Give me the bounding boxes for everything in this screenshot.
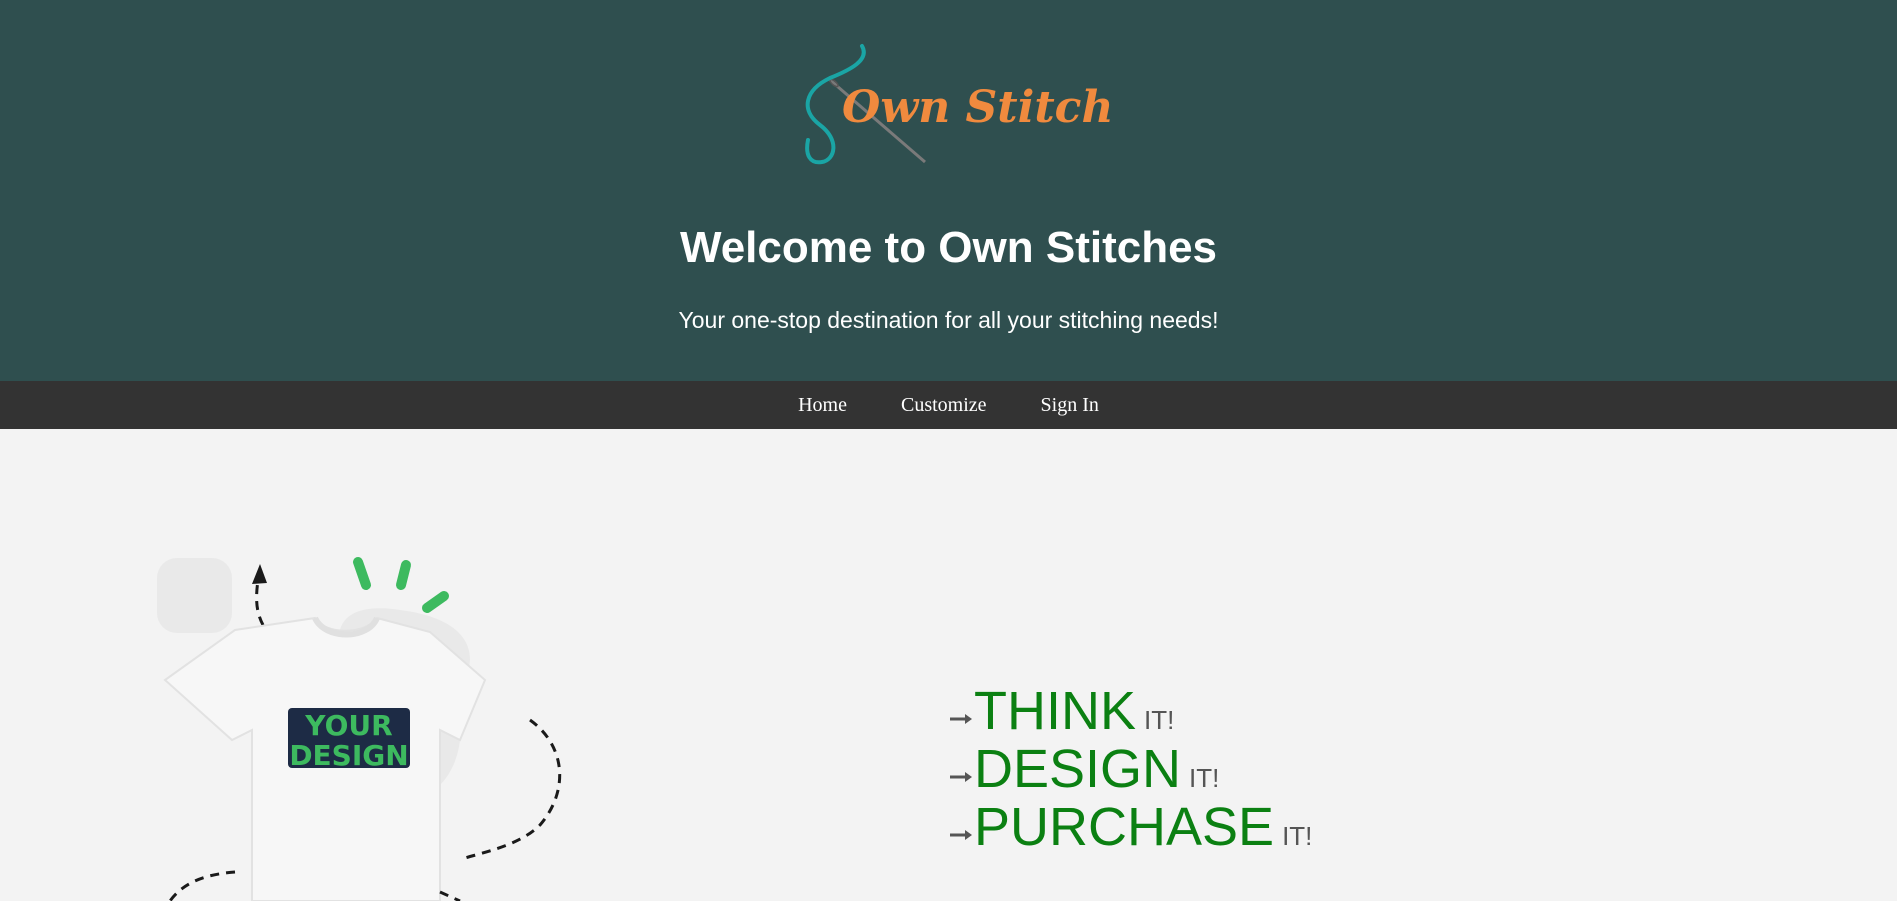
own-stitches-logo[interactable]: Own Stitches [800,40,1110,170]
dashed-curve-right [464,718,562,860]
shirt-text-line2: DESIGN [289,739,408,772]
step-suffix: IT! [1144,705,1175,735]
logo-text: Own Stitches [842,82,1110,133]
site-header: Own Stitches Welcome to Own Stitches You… [0,0,1897,381]
step-word: THINK [974,681,1136,741]
dashed-curve-left [168,870,236,901]
custom-shirt-illustration: YOUR DESIGN [157,557,562,901]
step-suffix: IT! [1282,821,1313,851]
step-word: DESIGN [974,739,1182,799]
sparkle-icon [396,560,411,590]
arrow-head-icon [252,564,267,584]
decor-square [157,558,232,633]
sparkle-icon [422,591,449,613]
dashed-arrow-up [255,579,265,626]
main-nav: Home Customize Sign In [0,381,1897,429]
step-suffix: IT! [1189,763,1220,793]
step-word: PURCHASE [974,797,1275,857]
arrow-right-icon [950,830,972,840]
step-think: THINK IT! [950,682,1312,740]
page-title: Welcome to Own Stitches [679,223,1218,272]
step-purchase: PURCHASE IT! [950,798,1312,856]
arrow-right-icon [950,772,972,782]
arrow-right-icon [950,714,972,724]
nav-link-sign-in[interactable]: Sign In [1014,381,1126,429]
shirt-text-line1: YOUR [304,709,392,742]
sparkle-icon [353,557,371,590]
step-design: DESIGN IT! [950,740,1312,798]
nav-link-customize[interactable]: Customize [874,381,1014,429]
page-subtitle: Your one-stop destination for all your s… [678,307,1219,333]
steps-list: THINK IT! DESIGN IT! PURCHASE IT! [950,682,1312,856]
nav-link-home[interactable]: Home [771,381,874,429]
